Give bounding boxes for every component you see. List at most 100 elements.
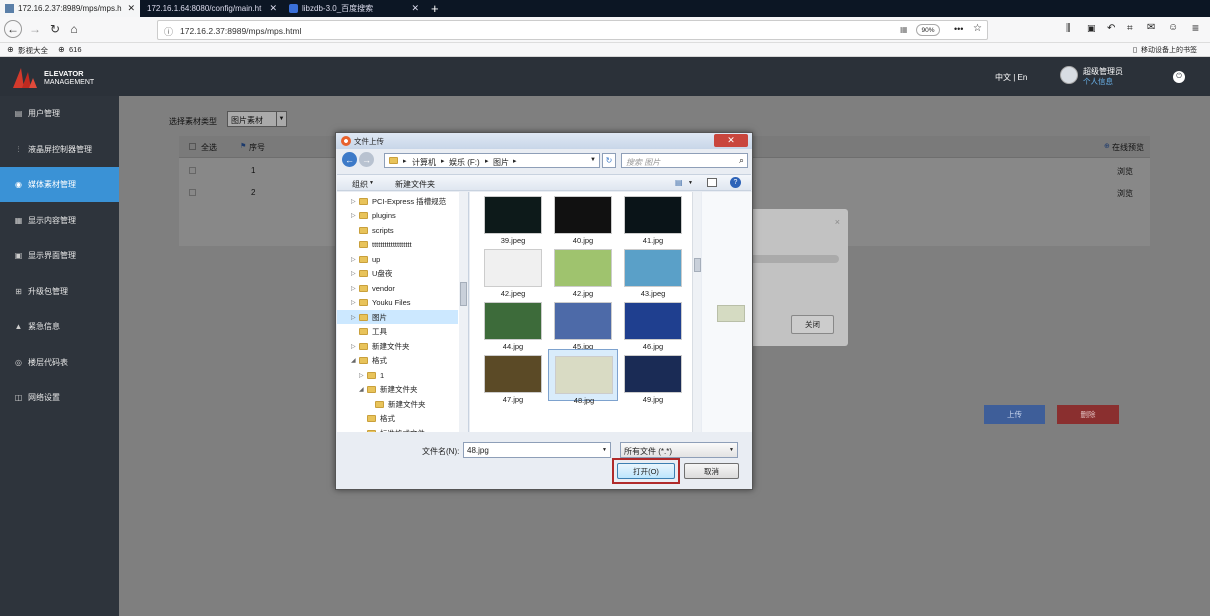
sidebar-icon[interactable]: ▣ bbox=[1087, 23, 1096, 34]
preview-pane-icon[interactable] bbox=[707, 178, 717, 187]
browse-link[interactable]: 浏览 bbox=[1117, 166, 1133, 177]
tree-item[interactable]: ▷ 图片 bbox=[337, 310, 458, 324]
tree-item[interactable]: 工具 bbox=[337, 325, 458, 339]
chat-icon[interactable]: ✉ bbox=[1147, 22, 1155, 33]
scroll-thumb[interactable] bbox=[694, 258, 701, 272]
close-icon[interactable]: ✕ bbox=[407, 3, 419, 14]
new-tab-button[interactable]: + bbox=[426, 0, 444, 17]
close-icon[interactable]: ✕ bbox=[714, 134, 748, 147]
expand-arrow-icon[interactable]: ▷ bbox=[351, 343, 359, 350]
info-icon[interactable]: ⓘ bbox=[164, 25, 173, 38]
file-item[interactable]: 42.jpg bbox=[548, 243, 618, 298]
select-all-checkbox[interactable] bbox=[189, 143, 196, 150]
sidebar-item-display-content[interactable]: ▦ 显示内容管理 bbox=[0, 203, 119, 238]
file-item[interactable]: 44.jpg bbox=[478, 296, 548, 351]
sidebar-item-network[interactable]: ◫ 网络设置 bbox=[0, 380, 119, 415]
sidebar-item-media[interactable]: ◉ 媒体素材管理 bbox=[0, 167, 119, 202]
bookmark-link[interactable]: 影视大全 bbox=[18, 45, 48, 56]
close-icon[interactable]: ✕ bbox=[123, 3, 135, 14]
more-icon[interactable]: ••• bbox=[954, 24, 963, 34]
tree-item[interactable]: 标准格式文件 bbox=[337, 426, 458, 432]
browse-link[interactable]: 浏览 bbox=[1117, 188, 1133, 199]
file-item[interactable]: 41.jpg bbox=[618, 192, 688, 245]
file-item[interactable]: 48.jpg bbox=[548, 349, 618, 405]
tree-item[interactable]: ◢ 新建文件夹 bbox=[337, 383, 458, 397]
forward-arrow-icon[interactable]: → bbox=[26, 20, 44, 38]
tree-item[interactable]: ◢ 格式 bbox=[337, 354, 458, 368]
back-arrow-icon[interactable]: ← bbox=[4, 20, 22, 38]
bookmark-link[interactable]: 616 bbox=[69, 45, 82, 54]
tree-item[interactable]: scripts bbox=[337, 223, 458, 237]
close-icon[interactable]: ✕ bbox=[265, 3, 277, 14]
open-button[interactable]: 打开(O) bbox=[617, 463, 675, 479]
address-bar[interactable]: ⓘ 172.16.2.37:8989/mps/mps.html ▦ 90% ••… bbox=[157, 20, 988, 40]
expand-arrow-icon[interactable]: ▷ bbox=[351, 285, 359, 292]
search-input[interactable]: 搜索 图片 ⌕ bbox=[621, 153, 748, 168]
undo-icon[interactable]: ↶ bbox=[1107, 23, 1115, 34]
filetype-select[interactable]: 所有文件 (*.*) ▼ bbox=[620, 442, 738, 458]
chevron-down-icon[interactable]: ▼ bbox=[602, 447, 607, 453]
file-item[interactable]: 39.jpeg bbox=[478, 192, 548, 245]
file-item[interactable]: 49.jpg bbox=[618, 349, 688, 404]
tree-item[interactable]: ▷ 1 bbox=[337, 368, 458, 382]
tab-baidu[interactable]: libzdb-3.0_百度搜索 ✕ bbox=[284, 0, 424, 17]
file-item[interactable]: 46.jpg bbox=[618, 296, 688, 351]
menu-icon[interactable]: ≡ bbox=[1192, 21, 1199, 35]
breadcrumb-drive[interactable]: 娱乐 (F:) bbox=[449, 157, 480, 168]
sidebar-item-display-ui[interactable]: ▣ 显示界面管理 bbox=[0, 238, 119, 273]
breadcrumb-pictures[interactable]: 图片 bbox=[493, 157, 509, 168]
breadcrumb-computer[interactable]: 计算机 bbox=[412, 157, 436, 168]
expand-arrow-icon[interactable]: ▷ bbox=[351, 212, 359, 219]
expand-arrow-icon[interactable]: ▷ bbox=[351, 299, 359, 306]
reload-icon[interactable]: ↻ bbox=[46, 20, 64, 38]
chevron-down-icon[interactable]: ▼ bbox=[590, 157, 596, 163]
tree-item[interactable]: 格式 bbox=[337, 412, 458, 426]
delete-button[interactable]: 删除 bbox=[1057, 405, 1119, 424]
scroll-thumb[interactable] bbox=[460, 282, 467, 306]
expand-arrow-icon[interactable]: ◢ bbox=[359, 386, 367, 393]
help-icon[interactable]: ? bbox=[730, 177, 741, 188]
avatar[interactable] bbox=[1060, 66, 1078, 84]
upload-button[interactable]: 上传 bbox=[984, 405, 1045, 424]
tree-scrollbar[interactable] bbox=[459, 192, 468, 432]
logout-icon[interactable]: ⏻ bbox=[1173, 71, 1185, 83]
sidebar-item-users[interactable]: ▤ 用户管理 bbox=[0, 96, 119, 131]
file-item[interactable]: 42.jpeg bbox=[478, 243, 548, 298]
cancel-button[interactable]: 取消 bbox=[684, 463, 739, 479]
expand-arrow-icon[interactable]: ▷ bbox=[351, 198, 359, 205]
tree-item[interactable]: ▷ 新建文件夹 bbox=[337, 339, 458, 353]
profile-link[interactable]: 个人信息 bbox=[1083, 76, 1113, 87]
organize-menu[interactable]: 组织 bbox=[352, 179, 368, 190]
expand-arrow-icon[interactable]: ▷ bbox=[351, 270, 359, 277]
file-item[interactable]: 43.jpeg bbox=[618, 243, 688, 298]
row-checkbox[interactable] bbox=[189, 167, 196, 174]
grid-scrollbar[interactable] bbox=[692, 192, 701, 432]
forward-arrow-icon[interactable]: → bbox=[359, 152, 374, 167]
material-type-select[interactable]: 图片素材 ▼ bbox=[227, 111, 287, 127]
tree-item[interactable]: ▷ Youku Files bbox=[337, 296, 458, 310]
close-button[interactable]: 关闭 bbox=[791, 315, 834, 334]
expand-arrow-icon[interactable]: ▷ bbox=[359, 372, 367, 379]
zoom-level[interactable]: 90% bbox=[916, 24, 940, 36]
tree-item[interactable]: ▷ U盘夜 bbox=[337, 267, 458, 281]
filename-input[interactable]: 48.jpg ▼ bbox=[463, 442, 611, 458]
tree-item[interactable]: ▷ PCI-Express 插槽规范 bbox=[337, 194, 458, 208]
row-checkbox[interactable] bbox=[189, 189, 196, 196]
refresh-icon[interactable]: ↻ bbox=[602, 153, 616, 168]
expand-arrow-icon[interactable]: ▷ bbox=[351, 256, 359, 263]
star-icon[interactable]: ☆ bbox=[973, 23, 982, 34]
expand-arrow-icon[interactable]: ◢ bbox=[351, 357, 359, 364]
crop-icon[interactable]: ⌗ bbox=[1127, 23, 1133, 34]
mobile-bookmarks[interactable]: 移动设备上的书签 bbox=[1141, 45, 1197, 55]
back-arrow-icon[interactable]: ← bbox=[342, 152, 357, 167]
tree-item[interactable]: ttttttttttttttttttt bbox=[337, 238, 458, 252]
tab-mps[interactable]: 172.16.2.37:8989/mps/mps.h ✕ bbox=[0, 0, 140, 17]
grid-icon[interactable]: ▦ bbox=[900, 25, 908, 34]
home-icon[interactable]: ⌂ bbox=[65, 20, 83, 38]
sidebar-item-floor-codes[interactable]: ◎ 楼层代码表 bbox=[0, 345, 119, 380]
expand-arrow-icon[interactable]: ▷ bbox=[351, 314, 359, 321]
tree-item[interactable]: 新建文件夹 bbox=[337, 397, 458, 411]
sidebar-item-emergency[interactable]: ▲ 紧急信息 bbox=[0, 309, 119, 344]
tree-item[interactable]: ▷ up bbox=[337, 252, 458, 266]
tab-config[interactable]: 172.16.1.64:8080/config/main.ht ✕ bbox=[142, 0, 282, 17]
